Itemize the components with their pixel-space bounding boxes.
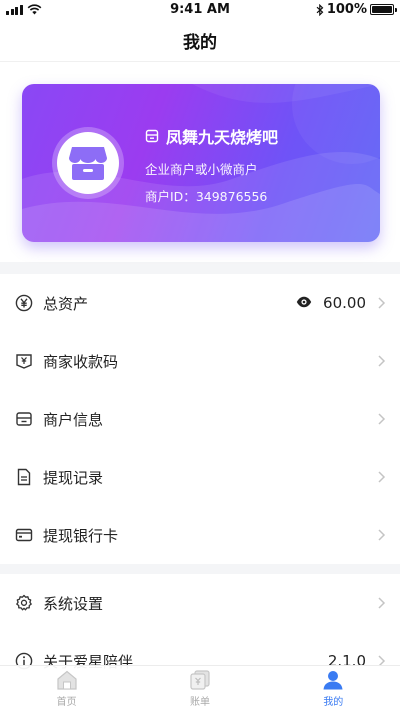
chevron-right-icon — [378, 529, 386, 541]
menu-item-total-assets[interactable]: 总资产 60.00 — [0, 274, 400, 332]
menu-item-label: 提现记录 — [43, 468, 104, 487]
bank-card-icon — [14, 525, 34, 545]
chevron-right-icon — [378, 413, 386, 425]
gear-icon — [14, 593, 34, 613]
merchant-name: 凤舞九天烧烤吧 — [166, 128, 279, 147]
store-icon — [69, 147, 107, 180]
tab-label: 首页 — [56, 697, 77, 708]
status-bar: 9:41 AM 100% — [0, 0, 400, 20]
chevron-right-icon — [378, 355, 386, 367]
payment-code-icon — [14, 351, 34, 371]
menu-item-label: 总资产 — [43, 294, 89, 313]
chevron-right-icon — [378, 597, 386, 609]
home-icon — [57, 670, 77, 690]
total-assets-value: 60.00 — [323, 294, 366, 312]
tab-bar: 首页 账单 我的 — [0, 665, 400, 711]
tab-bill[interactable]: 账单 — [133, 666, 266, 711]
merchant-id: 商户ID：349876556 — [145, 186, 267, 205]
menu-item-label: 提现银行卡 — [43, 526, 119, 545]
merchant-card-section: 凤舞九天烧烤吧 企业商户或小微商户 商户ID：349876556 — [0, 62, 400, 262]
eye-icon[interactable] — [296, 296, 312, 308]
merchant-id-value: 349876556 — [195, 189, 268, 204]
page-title: 我的 — [183, 33, 217, 53]
bill-icon — [190, 670, 210, 690]
nav-bar: 我的 — [0, 20, 400, 62]
menu-item-label: 商家收款码 — [43, 352, 119, 371]
menu-item-label: 商户信息 — [43, 410, 104, 429]
profile-icon — [323, 671, 343, 690]
merchant-card[interactable]: 凤舞九天烧烤吧 企业商户或小微商户 商户ID：349876556 — [22, 84, 380, 242]
menu-item-label: 系统设置 — [43, 594, 104, 613]
menu-item-withdraw-records[interactable]: 提现记录 — [0, 448, 400, 506]
yen-circle-icon — [14, 293, 34, 313]
tab-label: 账单 — [189, 697, 210, 708]
store-info-icon — [14, 409, 34, 429]
menu-item-bank-card[interactable]: 提现银行卡 — [0, 506, 400, 564]
chevron-right-icon — [378, 471, 386, 483]
menu-item-merchant-info[interactable]: 商户信息 — [0, 390, 400, 448]
tab-label: 我的 — [323, 697, 344, 708]
menu-item-payment-code[interactable]: 商家收款码 — [0, 332, 400, 390]
battery-percent: 100% — [326, 2, 367, 17]
menu-item-system-settings[interactable]: 系统设置 — [0, 574, 400, 632]
bluetooth-icon — [316, 3, 324, 16]
chevron-right-icon — [378, 297, 386, 309]
account-menu: 总资产 60.00 商家收款码 商户信息 提现记录 提现银行卡 — [0, 274, 400, 564]
tab-profile[interactable]: 我的 — [267, 666, 400, 711]
merchant-type: 企业商户或小微商户 — [145, 162, 258, 177]
merchant-id-label: 商户ID： — [145, 189, 196, 204]
battery-icon — [370, 4, 397, 15]
tab-home[interactable]: 首页 — [0, 666, 133, 711]
merchant-avatar — [52, 127, 124, 199]
shop-badge-icon — [145, 129, 159, 143]
document-icon — [14, 467, 34, 487]
